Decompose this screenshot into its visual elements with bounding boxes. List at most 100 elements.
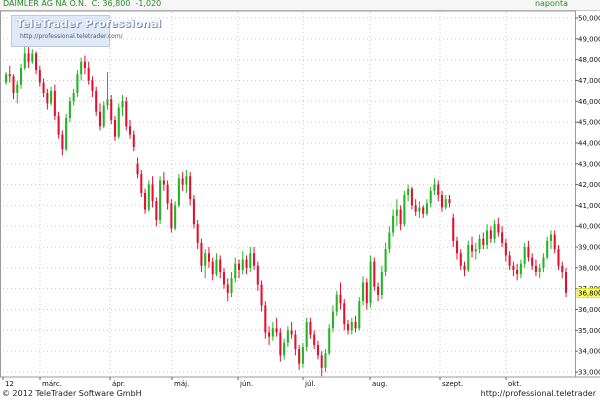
x-tick-label: máj.: [174, 380, 189, 388]
candle-body: [429, 190, 432, 204]
candle-body: [471, 244, 474, 252]
candle-body: [335, 294, 338, 312]
y-tick-label: 50,000: [578, 15, 600, 23]
candle-body: [50, 90, 53, 104]
y-tick-label: 48,000: [578, 56, 600, 64]
candle-body: [395, 209, 398, 216]
candle-body: [440, 195, 444, 208]
candle-body: [501, 232, 504, 243]
candle-body: [512, 265, 515, 270]
candle-body: [268, 332, 271, 337]
candle-body: [264, 305, 267, 333]
logo-url: http://professional.teletrader.com/: [20, 33, 123, 40]
candle-body: [527, 247, 530, 258]
candle-body: [467, 244, 470, 270]
candle-body: [437, 184, 440, 195]
candle-body: [320, 355, 323, 368]
candle-body: [53, 90, 56, 116]
candle-body: [561, 265, 564, 273]
candle-body: [80, 61, 83, 75]
candle-body: [286, 330, 289, 343]
candle-body: [27, 53, 30, 62]
x-tick-label: 12: [5, 380, 14, 388]
candle-body: [309, 322, 312, 335]
candle-body: [373, 261, 376, 287]
candle-body: [196, 224, 199, 243]
y-tick-label: 43,000: [578, 160, 600, 168]
candle-body: [42, 82, 45, 93]
x-axis: 12 márc. ápr. máj. jún. júl. aug. szept. okt.: [2, 377, 521, 388]
candle-body: [87, 67, 90, 81]
candle-body: [76, 74, 79, 93]
candle-body: [91, 80, 94, 91]
candle-body: [68, 101, 71, 118]
last-price-label: 36,800: [578, 289, 600, 297]
candle-body: [346, 324, 350, 331]
candle-body: [305, 322, 308, 348]
candle-body: [301, 347, 304, 364]
candle-body: [362, 282, 365, 302]
candle-body: [253, 253, 256, 266]
x-tick-label: aug.: [372, 380, 387, 388]
candle-body: [12, 76, 15, 93]
candle-body: [140, 174, 143, 193]
candle-body: [166, 184, 169, 204]
candle-body: [448, 199, 451, 204]
candle-body: [207, 253, 210, 262]
candle-body: [204, 253, 207, 266]
price-chart[interactable]: 33,00034,00035,00036,00037,00038,00039,0…: [0, 0, 600, 400]
candle-body: [523, 247, 526, 264]
candle-body: [215, 259, 218, 275]
x-tick-label: okt.: [508, 380, 521, 388]
candle-body: [117, 107, 120, 137]
candle-body: [102, 105, 105, 127]
candle-body: [8, 74, 11, 77]
candle-body: [369, 261, 372, 304]
candle-body: [358, 301, 361, 329]
footer-url: http://professional.teletrader: [480, 389, 596, 398]
y-tick-label: 34,000: [578, 348, 600, 356]
candle-body: [407, 188, 410, 195]
y-tick-label: 49,000: [578, 35, 600, 43]
candle-body: [279, 332, 282, 356]
candle-body: [16, 84, 19, 93]
logo-title: TeleTrader Professional: [16, 17, 162, 30]
candle-body: [185, 176, 188, 185]
candle-body: [128, 126, 132, 135]
candle-body: [557, 249, 560, 266]
candle-body: [392, 215, 395, 233]
candle-body: [136, 163, 139, 175]
candle-body: [159, 180, 162, 220]
candle-body: [489, 230, 492, 239]
candle-body: [553, 234, 556, 250]
candle-body: [110, 99, 113, 121]
candle-body: [283, 342, 286, 356]
candles-group: [4, 45, 568, 377]
candle-body: [508, 255, 511, 266]
y-tick-label: 39,000: [578, 244, 600, 252]
candle-body: [478, 238, 481, 250]
y-axis: 33,00034,00035,00036,00037,00038,00039,0…: [575, 15, 600, 377]
candle-body: [65, 117, 68, 150]
y-tick-label: 33,000: [578, 369, 600, 377]
x-tick-label: márc.: [42, 380, 62, 388]
candle-body: [35, 53, 38, 71]
candle-body: [328, 328, 331, 354]
candle-body: [46, 92, 49, 104]
candle-body: [331, 311, 335, 329]
candle-body: [343, 303, 346, 325]
y-tick-label: 38,000: [578, 264, 600, 272]
candle-body: [549, 234, 552, 241]
candle-body: [72, 92, 75, 102]
candle-body: [260, 284, 263, 306]
candle-body: [504, 242, 507, 256]
y-tick-label: 47,000: [578, 77, 600, 85]
candle-body: [226, 284, 229, 293]
candle-body: [57, 115, 60, 135]
candle-body: [474, 249, 477, 252]
y-tick-label: 40,000: [578, 223, 600, 231]
candle-body: [234, 263, 237, 279]
candle-body: [106, 99, 109, 106]
candle-body: [230, 278, 233, 293]
y-tick-label: 45,000: [578, 119, 600, 127]
